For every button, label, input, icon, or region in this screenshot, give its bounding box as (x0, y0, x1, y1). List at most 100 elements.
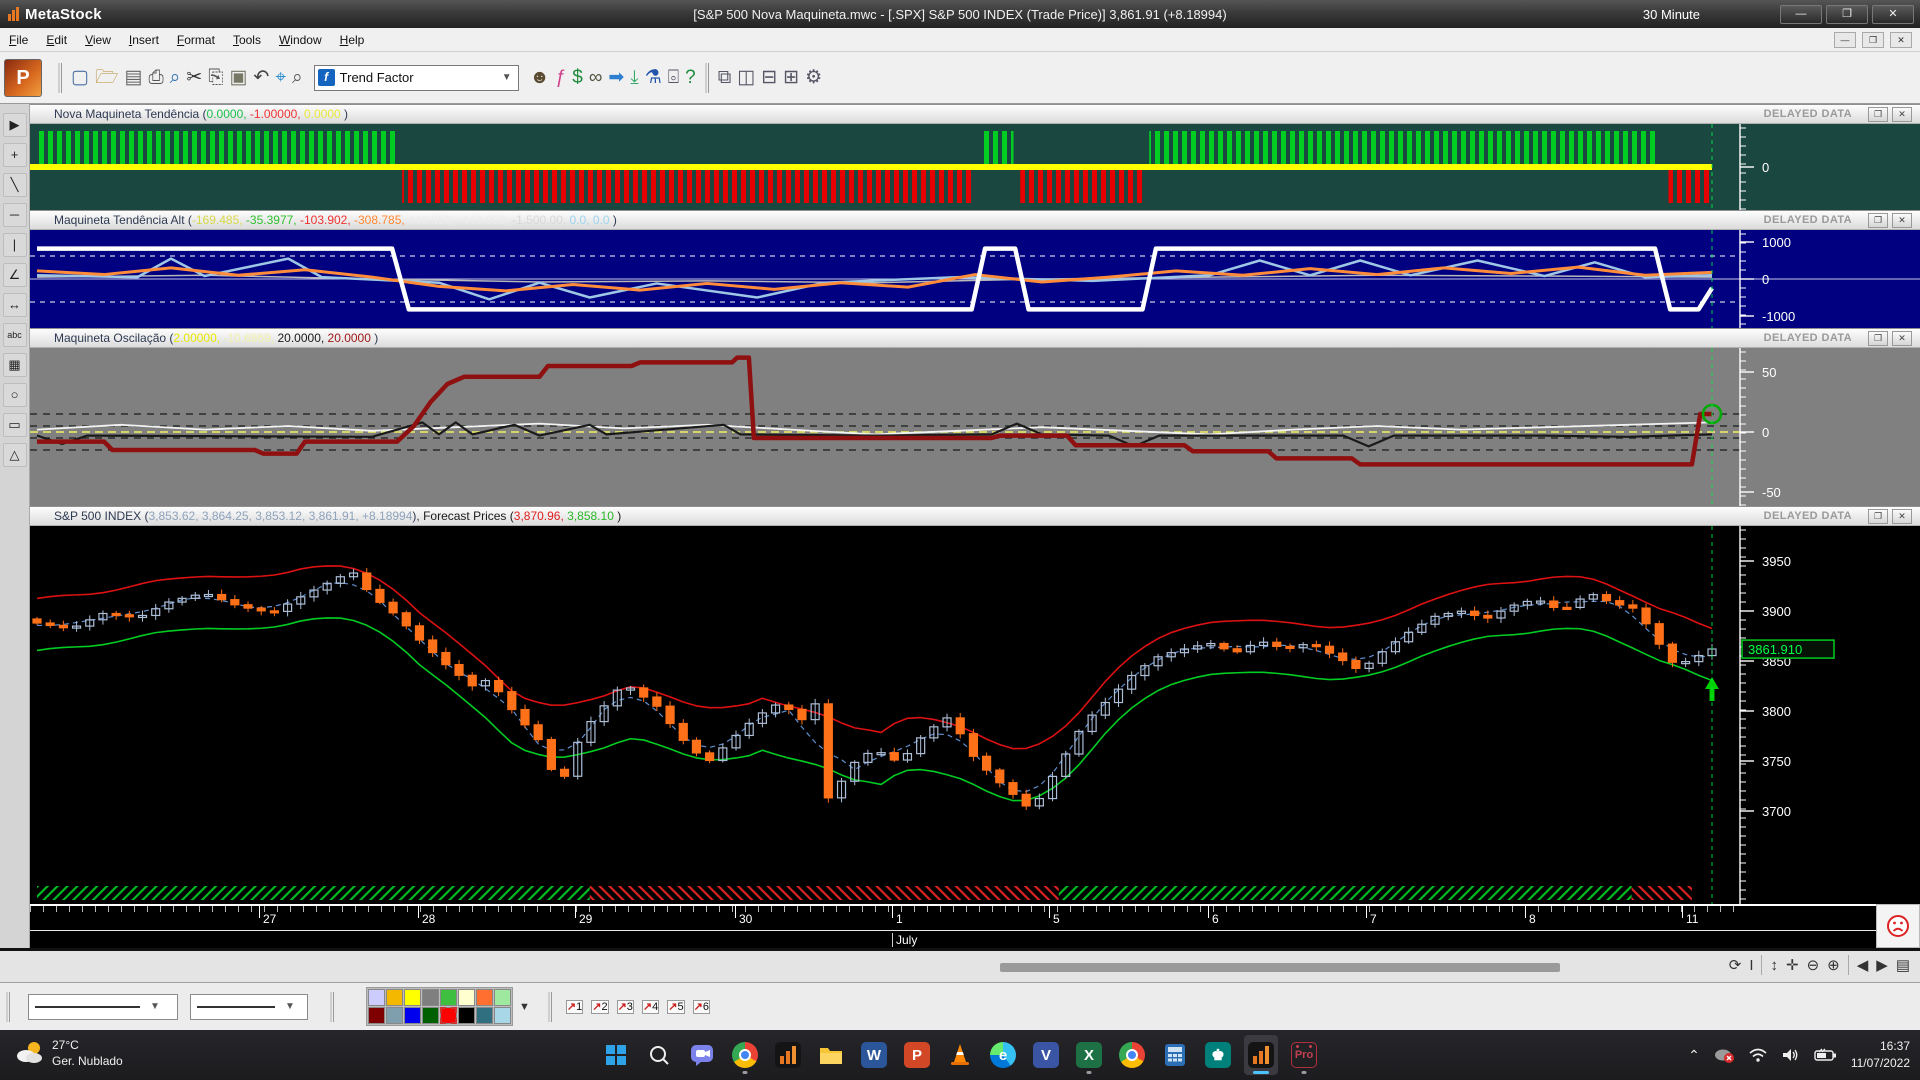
panel-body-oscilacao[interactable]: 500-50 (30, 348, 1920, 506)
menu-help[interactable]: Help (331, 29, 374, 51)
vertical-line-tool[interactable]: | (3, 233, 27, 257)
open-icon[interactable]: 🗁 (95, 67, 119, 88)
toolbar-grip[interactable] (58, 63, 62, 93)
minimize-button[interactable]: — (1780, 5, 1822, 24)
taskbar-visio[interactable]: V (1029, 1035, 1063, 1075)
volume-icon[interactable] (1781, 1047, 1801, 1063)
menu-insert[interactable]: Insert (120, 29, 168, 51)
taskbar-excel[interactable]: X (1072, 1035, 1106, 1075)
cascade-windows-icon[interactable]: ⧉ (718, 67, 732, 88)
paste-icon[interactable]: ▣ (229, 67, 247, 88)
trendline-tool[interactable]: ╲ (3, 173, 27, 197)
toolbar-grip[interactable] (705, 63, 709, 93)
grid-tool[interactable]: ▦ (3, 353, 27, 377)
menu-edit[interactable]: Edit (37, 29, 76, 51)
panel-close-button[interactable]: ✕ (1892, 213, 1912, 228)
menu-file[interactable]: File (0, 29, 37, 51)
color-swatch[interactable] (494, 989, 511, 1006)
tray-chevron-icon[interactable]: ⌃ (1688, 1047, 1700, 1064)
chart-template-button-6[interactable]: ↗6 (693, 1000, 710, 1014)
taskbar-pro[interactable]: Pro (1287, 1035, 1321, 1075)
battery-icon[interactable] (1814, 1048, 1838, 1062)
report-icon[interactable]: ⌻ (668, 67, 679, 88)
taskbar-file-explorer[interactable] (814, 1035, 848, 1075)
print-icon[interactable]: ⎙ (148, 67, 163, 88)
panel-close-button[interactable]: ✕ (1892, 107, 1912, 122)
new-chart-icon[interactable]: ▢ (71, 67, 89, 88)
rectangle-tool[interactable]: ▭ (3, 413, 27, 437)
chart-template-button-5[interactable]: ↗5 (667, 1000, 684, 1014)
save-icon[interactable]: ▤ (125, 67, 143, 88)
color-swatch[interactable] (476, 989, 493, 1006)
taskbar-chat-button[interactable] (685, 1035, 719, 1075)
color-swatch[interactable] (440, 989, 457, 1006)
tile-horizontal-icon[interactable]: ⊟ (761, 67, 777, 88)
toolbar-grip[interactable] (330, 992, 334, 1022)
crosshair-tool[interactable]: + (3, 143, 27, 167)
menu-view[interactable]: View (76, 29, 120, 51)
maximize-button[interactable]: ❐ (1826, 5, 1868, 24)
text-tool[interactable]: abc (3, 323, 27, 347)
taskbar-search-button[interactable] (642, 1035, 676, 1075)
taskbar-start-button[interactable] (599, 1035, 633, 1075)
child-minimize-button[interactable]: — (1834, 32, 1856, 48)
help-icon[interactable]: ? (685, 67, 696, 88)
triangle-tool[interactable]: △ (3, 443, 27, 467)
wifi-icon[interactable] (1748, 1047, 1768, 1063)
system-tester-icon[interactable]: ⚗ (645, 67, 662, 88)
taskbar-chrome-profile[interactable] (728, 1035, 762, 1075)
scroll-arrows-tool[interactable]: ↔ (3, 293, 27, 317)
trend-factor-combobox[interactable]: f Trend Factor ▼ (314, 65, 519, 91)
chart-template-button-2[interactable]: ↗2 (591, 1000, 608, 1014)
horizontal-line-tool[interactable]: ─ (3, 203, 27, 227)
power-console-button[interactable]: P (4, 59, 42, 97)
tile-grid-icon[interactable]: ⊞ (783, 67, 799, 88)
copy-icon[interactable]: ⎘ (208, 67, 223, 88)
data-window-button[interactable]: ▤ (1896, 956, 1910, 974)
preview-icon[interactable]: ⌕ (170, 67, 181, 88)
panel-restore-button[interactable]: ❐ (1868, 107, 1888, 122)
explorer-icon[interactable]: ☻ (530, 67, 550, 88)
color-swatch[interactable] (458, 989, 475, 1006)
color-swatch[interactable] (404, 1007, 421, 1024)
chart-template-button-3[interactable]: ↗3 (617, 1000, 634, 1014)
indicator-builder-icon[interactable]: ƒ (556, 67, 567, 88)
line-style-select[interactable]: ▼ (28, 994, 178, 1020)
owl-status-tab[interactable] (1876, 904, 1920, 948)
undo-icon[interactable]: ↶ (253, 67, 269, 88)
panel-body-tendencia[interactable]: 0 (30, 124, 1920, 210)
taskbar-powerpoint[interactable]: P (900, 1035, 934, 1075)
ellipse-tool[interactable]: ○ (3, 383, 27, 407)
scan-icon[interactable]: ∞ (589, 67, 603, 88)
color-swatch[interactable] (422, 989, 439, 1006)
zoom-out-button[interactable]: ⊖ (1807, 956, 1820, 974)
child-restore-button[interactable]: ❐ (1862, 32, 1884, 48)
panel-body-price[interactable]: 3950390038503800375037003861.910 (30, 526, 1920, 904)
tile-vertical-icon[interactable]: ◫ (737, 67, 755, 88)
taskbar-vlc[interactable] (943, 1035, 977, 1075)
scroll-left-button[interactable]: ◀ (1857, 956, 1869, 974)
angle-tool[interactable]: ∠ (3, 263, 27, 287)
refresh-button[interactable]: ⟳ (1729, 956, 1742, 974)
crosshair-icon[interactable]: ⌖ (275, 67, 286, 88)
taskbar-calculator[interactable] (1158, 1035, 1192, 1075)
close-button[interactable]: ✕ (1872, 5, 1914, 24)
color-swatch[interactable] (368, 989, 385, 1006)
color-swatch[interactable] (440, 1007, 457, 1024)
cursor-mode-button[interactable]: I (1749, 957, 1753, 974)
panel-restore-button[interactable]: ❐ (1868, 509, 1888, 524)
color-swatch[interactable] (386, 989, 403, 1006)
pointer-tool[interactable]: ▶ (3, 113, 27, 137)
palette-dropdown-icon[interactable]: ▼ (519, 1001, 530, 1013)
horizontal-scrollbar[interactable] (1000, 963, 1560, 972)
date-axis[interactable]: 272829301567811 (30, 904, 1876, 930)
weather-widget[interactable]: 27°C Ger. Nublado (14, 1037, 123, 1069)
taskbar-edge[interactable]: e (986, 1035, 1020, 1075)
color-swatch[interactable] (476, 1007, 493, 1024)
toolbar-grip[interactable] (6, 992, 10, 1022)
forecast-icon[interactable]: ➡ (608, 67, 624, 88)
line-weight-select[interactable]: ▼ (190, 994, 308, 1020)
taskbar-word[interactable]: W (857, 1035, 891, 1075)
taskbar-metastock[interactable] (771, 1035, 805, 1075)
clock[interactable]: 16:37 11/07/2022 (1851, 1038, 1910, 1072)
